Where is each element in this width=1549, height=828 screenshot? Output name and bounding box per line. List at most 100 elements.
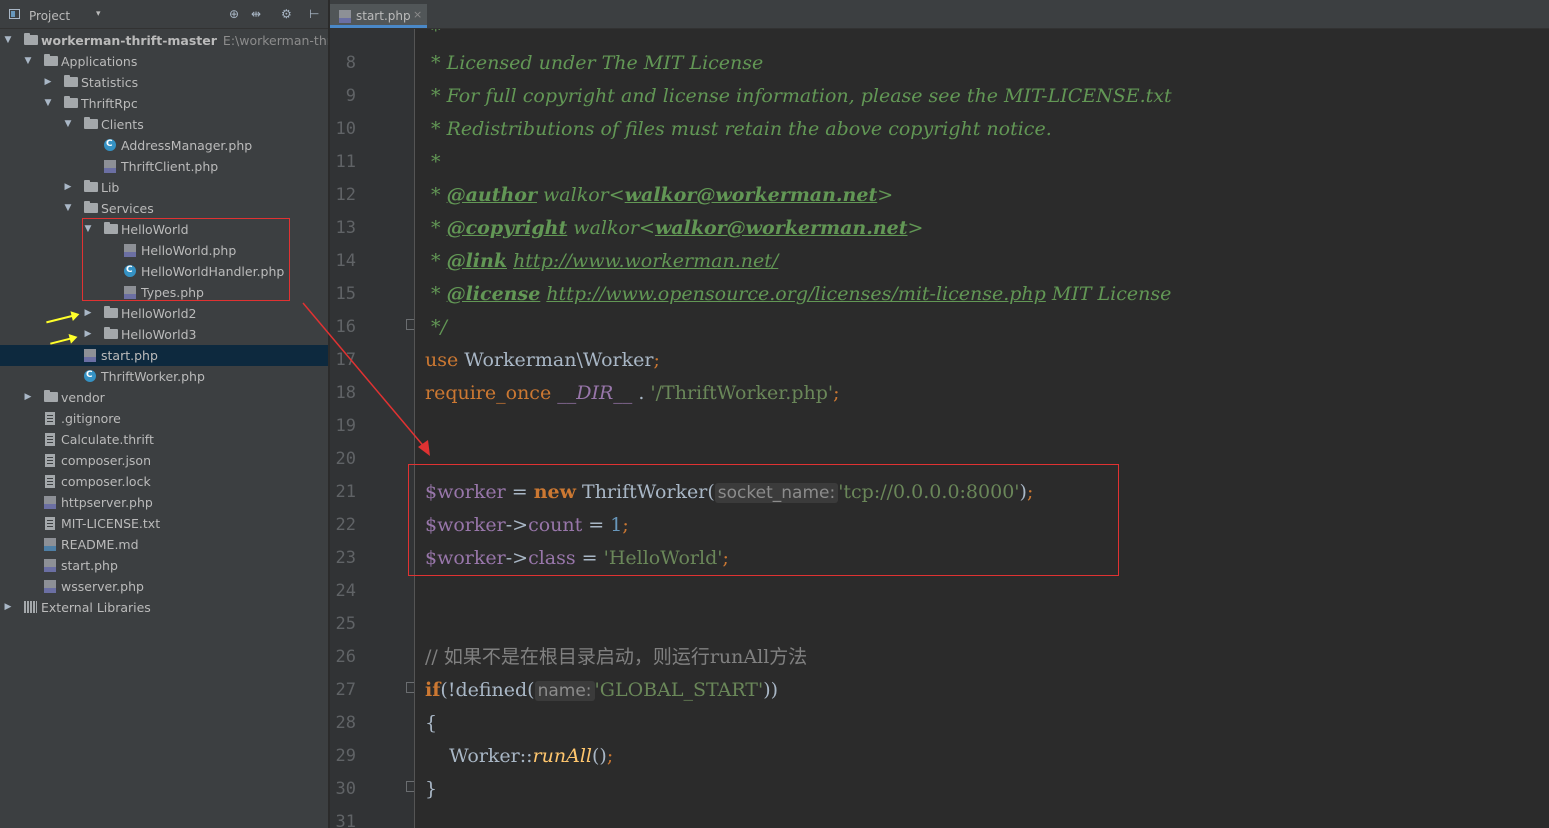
folder-icon	[84, 201, 98, 213]
line-number: 29	[335, 746, 356, 766]
folder-icon	[24, 33, 38, 45]
tree-item-httpserver[interactable]: httpserver.php	[0, 492, 328, 513]
code-line-26: // 如果不是在根目录启动，则运行runAll方法	[425, 646, 808, 668]
php-file-icon	[44, 580, 56, 593]
tree-item-gitignore[interactable]: .gitignore	[0, 408, 328, 429]
json-file-icon	[45, 454, 55, 467]
collapse-arrow-icon[interactable]: ▶	[62, 177, 74, 198]
text-file-icon	[45, 433, 55, 446]
fold-marker-icon[interactable]	[406, 682, 414, 693]
php-class-icon	[84, 365, 96, 386]
code-line-18: require_once __DIR__ . '/ThriftWorker.ph…	[425, 382, 840, 404]
chevron-down-icon[interactable]: ▾	[96, 9, 101, 19]
tree-item-label: composer.lock	[61, 474, 151, 489]
collapse-arrow-icon[interactable]: ▶	[82, 324, 94, 345]
tree-item-mit-license[interactable]: MIT-LICENSE.txt	[0, 513, 328, 534]
folder-icon	[84, 117, 98, 129]
tree-item-label: HelloWorld3	[121, 327, 197, 342]
tree-item-label: AddressManager.php	[121, 138, 253, 153]
tree-item-thriftrpc[interactable]: ▼ ThriftRpc	[0, 93, 328, 114]
collapse-arrow-icon[interactable]: ▶	[22, 387, 34, 408]
collapse-arrow-icon[interactable]: ▶	[82, 303, 94, 324]
editor-tab-bar: start.php ×	[330, 0, 1549, 29]
text-file-icon	[45, 517, 55, 530]
code-line-15: * @license http://www.opensource.org/lic…	[425, 283, 1172, 305]
line-number: 24	[335, 581, 356, 601]
php-file-icon	[104, 160, 116, 173]
project-view-selector[interactable]: Project	[29, 9, 70, 23]
tree-item-label: httpserver.php	[61, 495, 153, 510]
tab-start-php[interactable]: start.php ×	[330, 4, 427, 28]
tree-item-services[interactable]: ▼ Services	[0, 198, 328, 219]
expand-arrow-icon[interactable]: ▼	[42, 93, 54, 114]
tree-item-readme[interactable]: README.md	[0, 534, 328, 555]
tree-item-label: workerman-thrift-master	[41, 33, 217, 48]
parameter-hint: name:	[534, 681, 595, 701]
line-number: 20	[335, 449, 356, 469]
line-number: 22	[335, 515, 356, 535]
hide-icon[interactable]: ⊢	[309, 7, 319, 21]
code-line-12: * @author walkor<walkor@workerman.net>	[425, 184, 894, 206]
line-number: 16	[335, 317, 356, 337]
folder-icon	[64, 75, 78, 87]
tree-item-thriftclient[interactable]: ThriftClient.php	[0, 156, 328, 177]
tree-item-lib[interactable]: ▶ Lib	[0, 177, 328, 198]
line-number: 8	[345, 53, 356, 73]
library-icon	[24, 601, 37, 613]
folder-icon	[64, 96, 78, 108]
tree-item-label: Applications	[61, 54, 138, 69]
tree-item-start-php-selected[interactable]: start.php	[0, 345, 328, 366]
line-number: 14	[335, 251, 356, 271]
tree-item-label: vendor	[61, 390, 105, 405]
tree-item-composer-json[interactable]: composer.json	[0, 450, 328, 471]
fold-marker-icon[interactable]	[406, 319, 414, 330]
expand-arrow-icon[interactable]: ▼	[62, 114, 74, 135]
line-number: 23	[335, 548, 356, 568]
tree-item-clients[interactable]: ▼ Clients	[0, 114, 328, 135]
tree-item-start-php-root[interactable]: start.php	[0, 555, 328, 576]
tree-item-label: .gitignore	[61, 411, 121, 426]
line-numbers: 8 9 10 11 12 13 14 15 16 17 18 19 20 21 …	[330, 29, 414, 828]
line-number: 21	[335, 482, 356, 502]
project-header: Project ▾ ⊕ ⇹ ⚙ ⊢	[0, 0, 328, 29]
expand-arrow-icon[interactable]: ▼	[2, 30, 14, 51]
annotation-box-worker-config	[408, 464, 1119, 576]
tree-item-statistics[interactable]: ▶ Statistics	[0, 72, 328, 93]
tree-item-label: composer.json	[61, 453, 152, 468]
tree-item-wsserver[interactable]: wsserver.php	[0, 576, 328, 597]
line-number: 19	[335, 416, 356, 436]
code-line-27: if(!defined(name: 'GLOBAL_START'))	[425, 679, 779, 701]
line-number: 30	[335, 779, 356, 799]
collapse-arrow-icon[interactable]: ▶	[2, 597, 14, 618]
tree-item-root[interactable]: ▼ workerman-thrift-master E:\workerman-th…	[0, 30, 328, 51]
tree-item-vendor[interactable]: ▶ vendor	[0, 387, 328, 408]
tree-item-external-libraries[interactable]: ▶ External Libraries	[0, 597, 328, 618]
fold-marker-icon[interactable]	[406, 781, 414, 792]
tree-item-addressmanager[interactable]: AddressManager.php	[0, 134, 328, 156]
line-number: 15	[335, 284, 356, 304]
tree-item-calculate-thrift[interactable]: Calculate.thrift	[0, 429, 328, 450]
gear-icon[interactable]: ⚙	[281, 7, 292, 21]
tree-item-applications[interactable]: ▼ Applications	[0, 51, 328, 72]
collapse-icon[interactable]: ⇹	[251, 7, 261, 21]
code-editor[interactable]: * * Licensed under The MIT License * For…	[415, 29, 1549, 828]
tree-item-label: start.php	[101, 348, 158, 363]
code-line-9: * For full copyright and license informa…	[425, 85, 1172, 107]
line-number: 9	[345, 86, 356, 106]
close-icon[interactable]: ×	[413, 8, 422, 21]
tree-item-thriftworker[interactable]: ThriftWorker.php	[0, 365, 328, 387]
php-file-icon	[44, 559, 56, 572]
tree-item-composer-lock[interactable]: composer.lock	[0, 471, 328, 492]
tree-item-label: wsserver.php	[61, 579, 144, 594]
locate-icon[interactable]: ⊕	[229, 7, 239, 21]
expand-arrow-icon[interactable]: ▼	[62, 198, 74, 219]
code-line-8: * Licensed under The MIT License	[425, 52, 764, 74]
expand-arrow-icon[interactable]: ▼	[22, 51, 34, 72]
code-line-28: {	[425, 712, 438, 734]
project-path: E:\workerman-thrift-m	[222, 33, 328, 48]
line-number: 17	[335, 350, 356, 370]
tree-item-label: ThriftClient.php	[121, 159, 219, 174]
collapse-arrow-icon[interactable]: ▶	[42, 72, 54, 93]
code-line-29: Worker::runAll();	[425, 745, 614, 767]
project-tool-window: Project ▾ ⊕ ⇹ ⚙ ⊢ ▼ workerman-thrift-mas…	[0, 0, 328, 828]
